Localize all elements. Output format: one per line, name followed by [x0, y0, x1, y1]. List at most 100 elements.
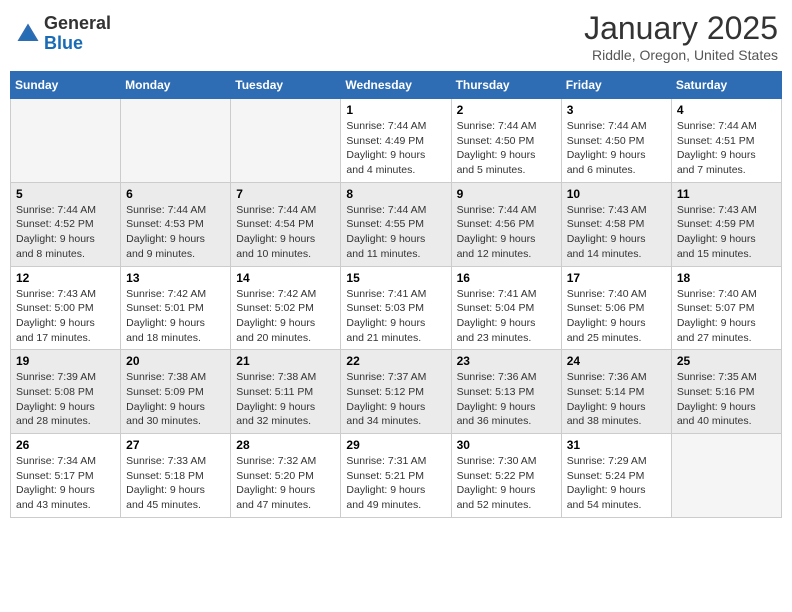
day-number: 9 — [457, 187, 556, 201]
day-info: Sunrise: 7:36 AM Sunset: 5:13 PM Dayligh… — [457, 370, 556, 429]
calendar-table: SundayMondayTuesdayWednesdayThursdayFrid… — [10, 71, 782, 518]
day-info: Sunrise: 7:29 AM Sunset: 5:24 PM Dayligh… — [567, 454, 666, 513]
day-info: Sunrise: 7:44 AM Sunset: 4:50 PM Dayligh… — [457, 119, 556, 178]
day-number: 8 — [346, 187, 445, 201]
calendar-cell — [11, 99, 121, 183]
header-thursday: Thursday — [451, 72, 561, 99]
day-info: Sunrise: 7:44 AM Sunset: 4:55 PM Dayligh… — [346, 203, 445, 262]
day-info: Sunrise: 7:34 AM Sunset: 5:17 PM Dayligh… — [16, 454, 115, 513]
day-number: 26 — [16, 438, 115, 452]
day-info: Sunrise: 7:38 AM Sunset: 5:09 PM Dayligh… — [126, 370, 225, 429]
day-number: 30 — [457, 438, 556, 452]
day-info: Sunrise: 7:35 AM Sunset: 5:16 PM Dayligh… — [677, 370, 776, 429]
calendar-cell: 23 Sunrise: 7:36 AM Sunset: 5:13 PM Dayli… — [451, 350, 561, 434]
location-text: Riddle, Oregon, United States — [584, 47, 778, 63]
day-info: Sunrise: 7:42 AM Sunset: 5:02 PM Dayligh… — [236, 287, 335, 346]
day-info: Sunrise: 7:43 AM Sunset: 4:58 PM Dayligh… — [567, 203, 666, 262]
day-number: 10 — [567, 187, 666, 201]
day-number: 20 — [126, 354, 225, 368]
logo-blue-text: Blue — [44, 33, 83, 53]
header-wednesday: Wednesday — [341, 72, 451, 99]
day-info: Sunrise: 7:44 AM Sunset: 4:52 PM Dayligh… — [16, 203, 115, 262]
calendar-cell: 12Sunrise: 7:43 AM Sunset: 5:00 PM Dayli… — [11, 266, 121, 350]
day-info: Sunrise: 7:40 AM Sunset: 5:06 PM Dayligh… — [567, 287, 666, 346]
day-info: Sunrise: 7:31 AM Sunset: 5:21 PM Dayligh… — [346, 454, 445, 513]
calendar-cell: 3 Sunrise: 7:44 AM Sunset: 4:50 PM Daylig… — [561, 99, 671, 183]
calendar-week-row: 12Sunrise: 7:43 AM Sunset: 5:00 PM Dayli… — [11, 266, 782, 350]
calendar-cell: 11 Sunrise: 7:43 AM Sunset: 4:59 PM Dayli… — [671, 182, 781, 266]
header-tuesday: Tuesday — [231, 72, 341, 99]
day-number: 29 — [346, 438, 445, 452]
day-number: 11 — [677, 187, 776, 201]
calendar-week-row: 5 Sunrise: 7:44 AM Sunset: 4:52 PM Daylig… — [11, 182, 782, 266]
calendar-cell: 4 Sunrise: 7:44 AM Sunset: 4:51 PM Daylig… — [671, 99, 781, 183]
calendar-cell: 13Sunrise: 7:42 AM Sunset: 5:01 PM Dayli… — [121, 266, 231, 350]
calendar-cell: 21Sunrise: 7:38 AM Sunset: 5:11 PM Dayli… — [231, 350, 341, 434]
calendar-week-row: 1 Sunrise: 7:44 AM Sunset: 4:49 PM Daylig… — [11, 99, 782, 183]
day-number: 19 — [16, 354, 115, 368]
calendar-cell: 19 Sunrise: 7:39 AM Sunset: 5:08 PM Dayli… — [11, 350, 121, 434]
day-info: Sunrise: 7:44 AM Sunset: 4:50 PM Dayligh… — [567, 119, 666, 178]
calendar-cell: 14 Sunrise: 7:42 AM Sunset: 5:02 PM Dayli… — [231, 266, 341, 350]
calendar-cell: 20 Sunrise: 7:38 AM Sunset: 5:09 PM Dayli… — [121, 350, 231, 434]
calendar-cell — [671, 434, 781, 518]
calendar-cell: 29 Sunrise: 7:31 AM Sunset: 5:21 PM Dayli… — [341, 434, 451, 518]
day-number: 17 — [567, 271, 666, 285]
day-info: Sunrise: 7:33 AM Sunset: 5:18 PM Dayligh… — [126, 454, 225, 513]
day-number: 6 — [126, 187, 225, 201]
calendar-cell: 8 Sunrise: 7:44 AM Sunset: 4:55 PM Daylig… — [341, 182, 451, 266]
logo: General Blue — [14, 14, 111, 54]
day-info: Sunrise: 7:38 AM Sunset: 5:11 PM Dayligh… — [236, 370, 335, 429]
day-info: Sunrise: 7:43 AM Sunset: 4:59 PM Dayligh… — [677, 203, 776, 262]
calendar-cell: 7 Sunrise: 7:44 AM Sunset: 4:54 PM Daylig… — [231, 182, 341, 266]
day-info: Sunrise: 7:39 AM Sunset: 5:08 PM Dayligh… — [16, 370, 115, 429]
calendar-cell — [121, 99, 231, 183]
calendar-cell — [231, 99, 341, 183]
day-number: 24 — [567, 354, 666, 368]
header-sunday: Sunday — [11, 72, 121, 99]
calendar-cell: 27 Sunrise: 7:33 AM Sunset: 5:18 PM Dayli… — [121, 434, 231, 518]
calendar-cell: 28 Sunrise: 7:32 AM Sunset: 5:20 PM Dayli… — [231, 434, 341, 518]
day-info: Sunrise: 7:44 AM Sunset: 4:51 PM Dayligh… — [677, 119, 776, 178]
logo-general-text: General — [44, 13, 111, 33]
logo-icon — [14, 20, 42, 48]
calendar-cell: 10 Sunrise: 7:43 AM Sunset: 4:58 PM Dayli… — [561, 182, 671, 266]
day-info: Sunrise: 7:44 AM Sunset: 4:53 PM Dayligh… — [126, 203, 225, 262]
calendar-cell: 26 Sunrise: 7:34 AM Sunset: 5:17 PM Dayli… — [11, 434, 121, 518]
header-friday: Friday — [561, 72, 671, 99]
day-number: 28 — [236, 438, 335, 452]
day-number: 23 — [457, 354, 556, 368]
calendar-cell: 31 Sunrise: 7:29 AM Sunset: 5:24 PM Dayli… — [561, 434, 671, 518]
day-info: Sunrise: 7:32 AM Sunset: 5:20 PM Dayligh… — [236, 454, 335, 513]
day-info: Sunrise: 7:30 AM Sunset: 5:22 PM Dayligh… — [457, 454, 556, 513]
day-number: 12 — [16, 271, 115, 285]
calendar-cell: 30 Sunrise: 7:30 AM Sunset: 5:22 PM Dayli… — [451, 434, 561, 518]
calendar-cell: 15 Sunrise: 7:41 AM Sunset: 5:03 PM Dayli… — [341, 266, 451, 350]
day-number: 2 — [457, 103, 556, 117]
day-number: 1 — [346, 103, 445, 117]
day-number: 14 — [236, 271, 335, 285]
header-monday: Monday — [121, 72, 231, 99]
day-number: 7 — [236, 187, 335, 201]
day-number: 31 — [567, 438, 666, 452]
day-number: 3 — [567, 103, 666, 117]
month-title: January 2025 — [584, 10, 778, 47]
calendar-cell: 24Sunrise: 7:36 AM Sunset: 5:14 PM Dayli… — [561, 350, 671, 434]
calendar-week-row: 26 Sunrise: 7:34 AM Sunset: 5:17 PM Dayli… — [11, 434, 782, 518]
calendar-cell: 16Sunrise: 7:41 AM Sunset: 5:04 PM Dayli… — [451, 266, 561, 350]
day-number: 18 — [677, 271, 776, 285]
day-number: 5 — [16, 187, 115, 201]
day-info: Sunrise: 7:44 AM Sunset: 4:54 PM Dayligh… — [236, 203, 335, 262]
day-number: 4 — [677, 103, 776, 117]
day-info: Sunrise: 7:44 AM Sunset: 4:56 PM Dayligh… — [457, 203, 556, 262]
calendar-cell: 22Sunrise: 7:37 AM Sunset: 5:12 PM Dayli… — [341, 350, 451, 434]
day-number: 15 — [346, 271, 445, 285]
day-info: Sunrise: 7:44 AM Sunset: 4:49 PM Dayligh… — [346, 119, 445, 178]
day-info: Sunrise: 7:37 AM Sunset: 5:12 PM Dayligh… — [346, 370, 445, 429]
calendar-cell: 2 Sunrise: 7:44 AM Sunset: 4:50 PM Daylig… — [451, 99, 561, 183]
day-number: 27 — [126, 438, 225, 452]
calendar-week-row: 19 Sunrise: 7:39 AM Sunset: 5:08 PM Dayli… — [11, 350, 782, 434]
day-info: Sunrise: 7:41 AM Sunset: 5:03 PM Dayligh… — [346, 287, 445, 346]
day-info: Sunrise: 7:42 AM Sunset: 5:01 PM Dayligh… — [126, 287, 225, 346]
calendar-cell: 6 Sunrise: 7:44 AM Sunset: 4:53 PM Daylig… — [121, 182, 231, 266]
